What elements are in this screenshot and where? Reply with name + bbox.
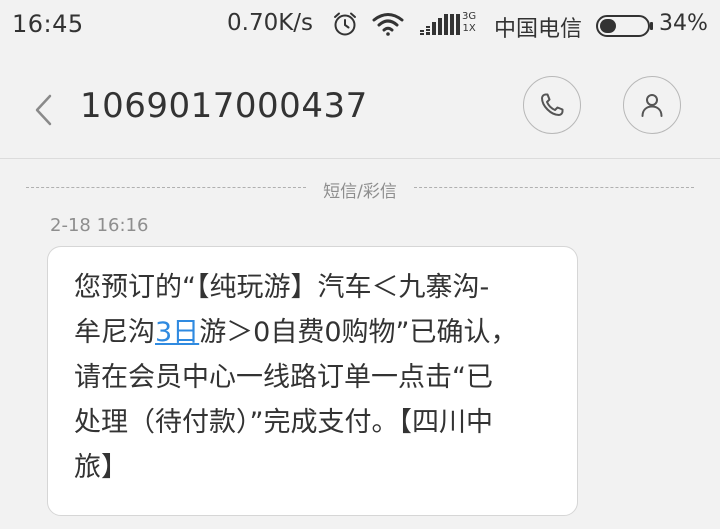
status-battery-percent: 34% bbox=[659, 11, 708, 36]
message-line: 请在会员中心一线路订单一点击“已 bbox=[74, 362, 493, 393]
conversation-header: 1069017000437 bbox=[0, 52, 720, 160]
message-line: 处理（待付款）”完成支付。【四川中 bbox=[74, 407, 493, 438]
message-text-fragment: 游＞0自费0购物”已确认， bbox=[199, 317, 518, 348]
status-net-speed: 0.70K/s bbox=[227, 10, 314, 36]
person-icon bbox=[641, 94, 663, 117]
message-body: 您预订的“【纯玩游】汽车＜九寨沟- 牟尼沟3日游＞0自费0购物”已确认， 请在会… bbox=[74, 265, 564, 490]
message-bubble[interactable]: 您预订的“【纯玩游】汽车＜九寨沟- 牟尼沟3日游＞0自费0购物”已确认， 请在会… bbox=[47, 246, 578, 516]
duration-link[interactable]: 3日 bbox=[155, 317, 199, 348]
phone-icon bbox=[541, 93, 564, 116]
message-timestamp: 2-18 16:16 bbox=[50, 215, 149, 236]
contact-button[interactable] bbox=[623, 76, 681, 134]
back-arrow-icon bbox=[35, 94, 52, 126]
header-divider bbox=[0, 158, 720, 159]
message-text-fragment: 牟尼沟 bbox=[74, 317, 155, 348]
status-time: 16:45 bbox=[12, 10, 84, 38]
message-line: 牟尼沟3日游＞0自费0购物”已确认， bbox=[74, 310, 564, 355]
signal-icon bbox=[420, 14, 460, 40]
network-type-bottom: 1X bbox=[462, 23, 476, 34]
message-type-divider: 短信/彩信 bbox=[26, 177, 694, 202]
status-bar: 16:45 0.70K/s 3G 1X 中国电信 34% bbox=[0, 0, 720, 52]
network-type-label: 3G 1X bbox=[462, 11, 476, 35]
back-button[interactable] bbox=[30, 92, 58, 128]
call-button[interactable] bbox=[523, 76, 581, 134]
message-line: 旅】 bbox=[74, 452, 128, 483]
network-type-top: 3G bbox=[462, 11, 477, 22]
conversation-title: 1069017000437 bbox=[80, 86, 368, 126]
message-line: 您预订的“【纯玩游】汽车＜九寨沟- bbox=[74, 272, 490, 303]
status-carrier: 中国电信 bbox=[494, 17, 583, 42]
wifi-icon bbox=[372, 12, 404, 40]
battery-icon bbox=[596, 15, 654, 41]
alarm-icon bbox=[332, 11, 358, 41]
message-type-label: 短信/彩信 bbox=[323, 182, 397, 202]
divider-line-right bbox=[414, 187, 694, 188]
